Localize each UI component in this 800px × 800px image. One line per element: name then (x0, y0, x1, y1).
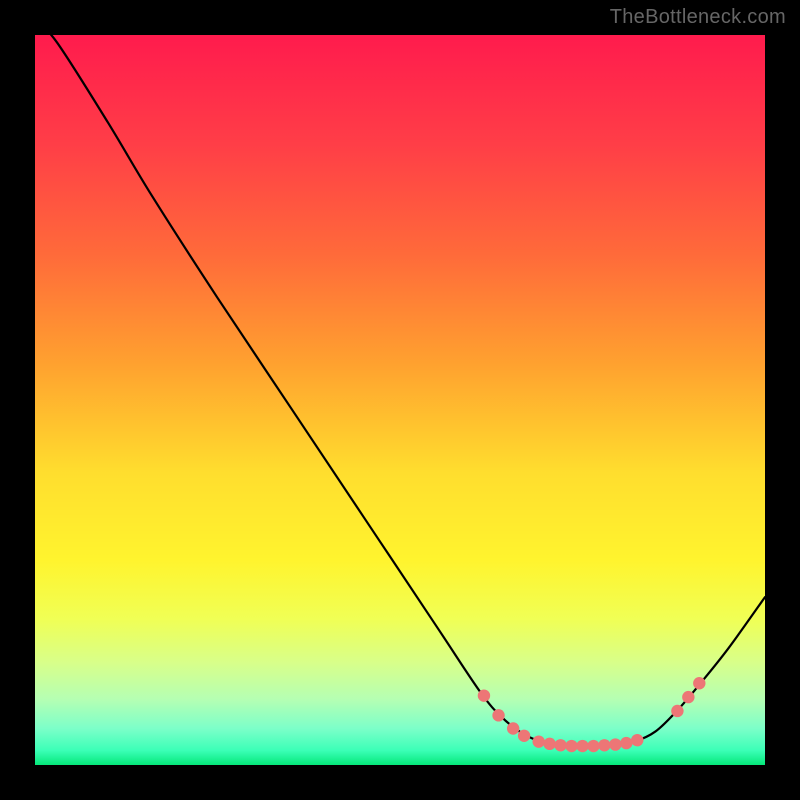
data-dot (565, 740, 577, 752)
data-dot (543, 738, 555, 750)
data-dot (478, 689, 490, 701)
data-dot (518, 730, 530, 742)
chart-container: TheBottleneck.com (0, 0, 800, 800)
data-dot (507, 722, 519, 734)
plot-area (35, 35, 765, 765)
data-dot (598, 739, 610, 751)
data-dot (492, 709, 504, 721)
data-dot (682, 691, 694, 703)
bottleneck-curve (35, 35, 765, 747)
watermark-label: TheBottleneck.com (610, 6, 786, 29)
data-dot (554, 739, 566, 751)
data-dot (620, 737, 632, 749)
data-dot (693, 677, 705, 689)
data-dots (478, 677, 706, 752)
data-dot (587, 740, 599, 752)
data-dot (609, 738, 621, 750)
curve-layer (35, 35, 765, 765)
data-dot (533, 735, 545, 747)
data-dot (671, 705, 683, 717)
data-dot (631, 734, 643, 746)
data-dot (576, 740, 588, 752)
